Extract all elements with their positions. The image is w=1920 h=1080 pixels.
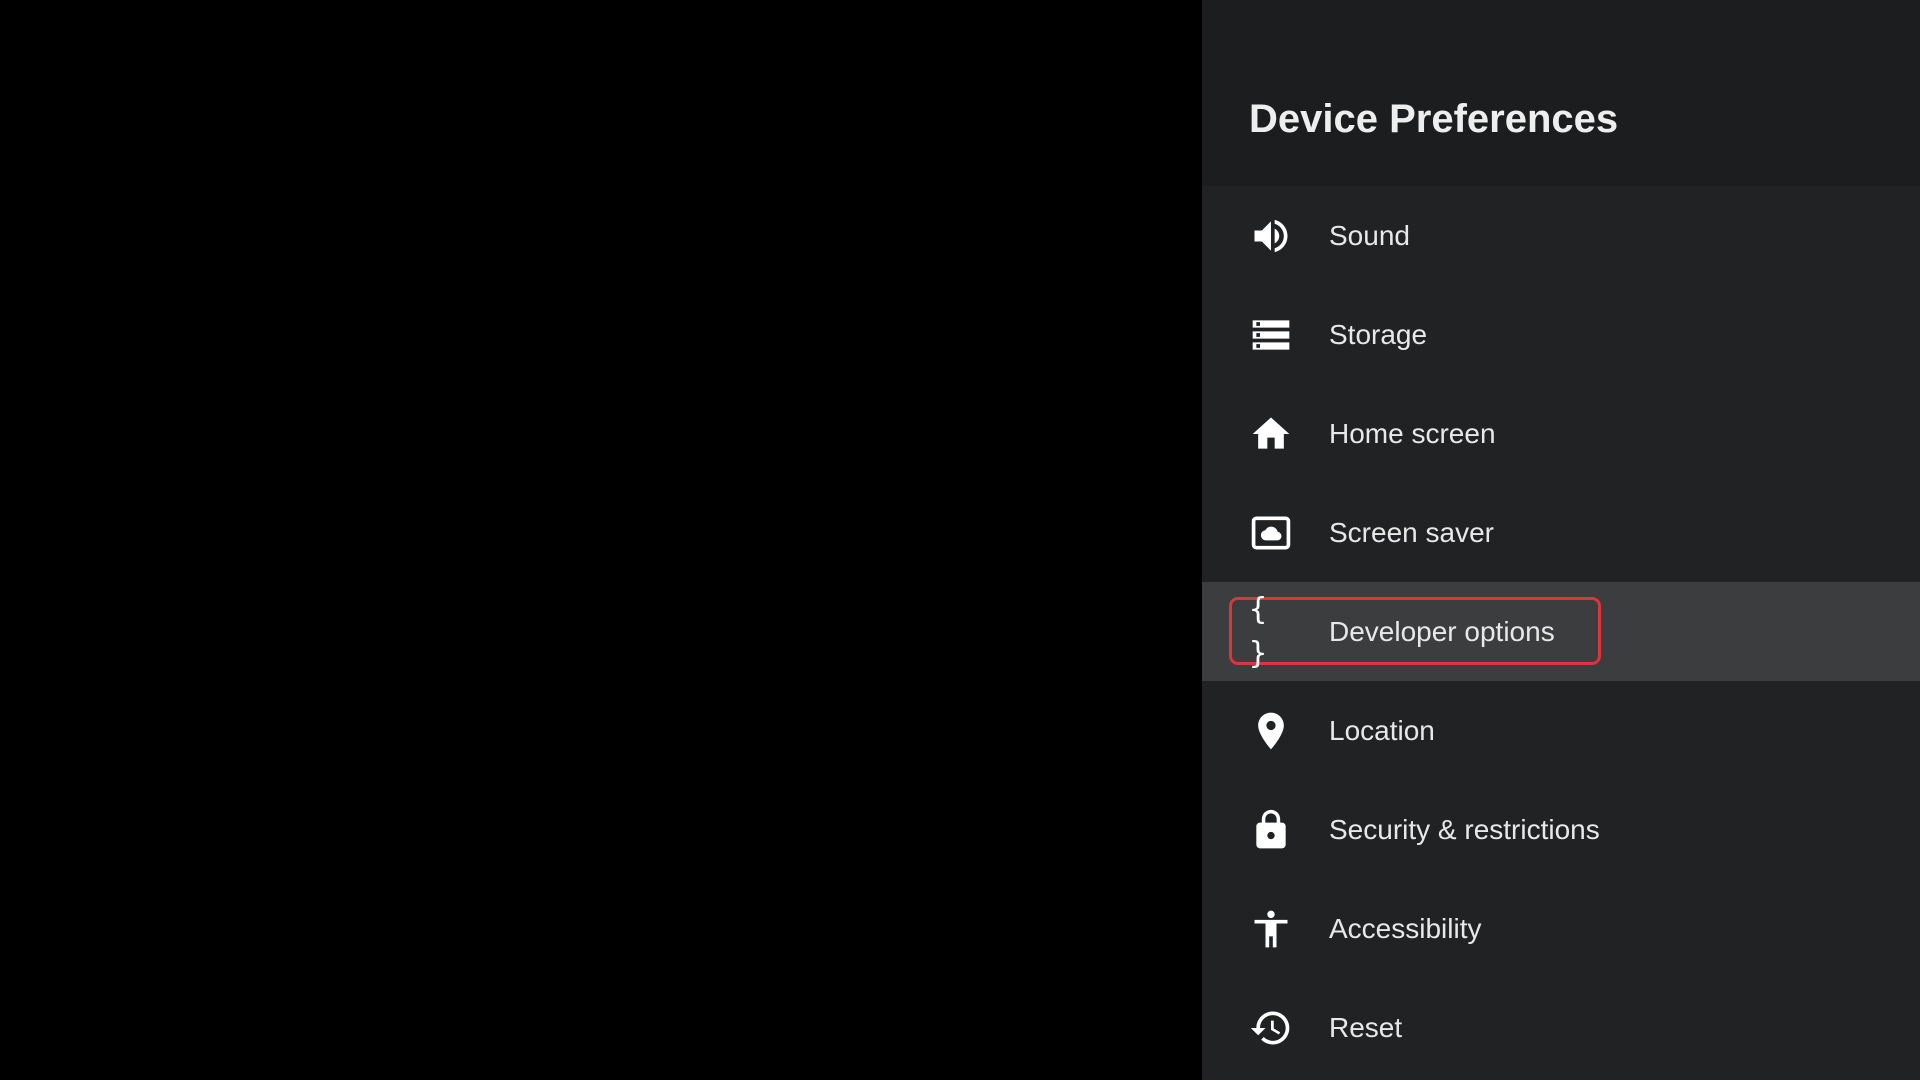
home-icon: [1249, 412, 1293, 456]
menu-item-label: Developer options: [1329, 615, 1555, 647]
menu-item-screen-saver[interactable]: Screen saver: [1202, 483, 1920, 582]
menu-item-developer-options[interactable]: { } Developer options: [1202, 582, 1920, 681]
menu-item-label: Sound: [1329, 219, 1410, 251]
menu-item-label: Accessibility: [1329, 912, 1482, 944]
menu-item-security-restrictions[interactable]: Security & restrictions: [1202, 780, 1920, 879]
location-pin-icon: [1249, 709, 1293, 753]
menu-item-sound[interactable]: Sound: [1202, 186, 1920, 285]
lock-icon: [1249, 808, 1293, 852]
storage-icon: [1249, 313, 1293, 357]
page-title: Device Preferences: [1249, 97, 1619, 141]
screen-saver-icon: [1249, 511, 1293, 555]
menu-item-label: Security & restrictions: [1329, 813, 1600, 845]
history-icon: [1249, 1006, 1293, 1050]
panel-header: Device Preferences: [1202, 0, 1920, 186]
preferences-menu: Sound Storage Home screen Screen saver {…: [1202, 186, 1920, 1077]
settings-panel: Device Preferences Sound Storage Home sc: [1202, 0, 1920, 1080]
accessibility-icon: [1249, 907, 1293, 951]
menu-item-location[interactable]: Location: [1202, 681, 1920, 780]
menu-item-label: Home screen: [1329, 417, 1496, 449]
speaker-icon: [1249, 214, 1293, 258]
menu-item-home-screen[interactable]: Home screen: [1202, 384, 1920, 483]
menu-item-label: Screen saver: [1329, 516, 1494, 548]
braces-icon: { }: [1249, 591, 1270, 671]
menu-item-label: Location: [1329, 714, 1435, 746]
tv-screen: Device Preferences Sound Storage Home sc: [0, 0, 1920, 1080]
menu-item-label: Reset: [1329, 1011, 1403, 1043]
menu-item-accessibility[interactable]: Accessibility: [1202, 879, 1920, 978]
menu-item-reset[interactable]: Reset: [1202, 978, 1920, 1077]
menu-item-storage[interactable]: Storage: [1202, 285, 1920, 384]
menu-item-label: Storage: [1329, 318, 1428, 350]
